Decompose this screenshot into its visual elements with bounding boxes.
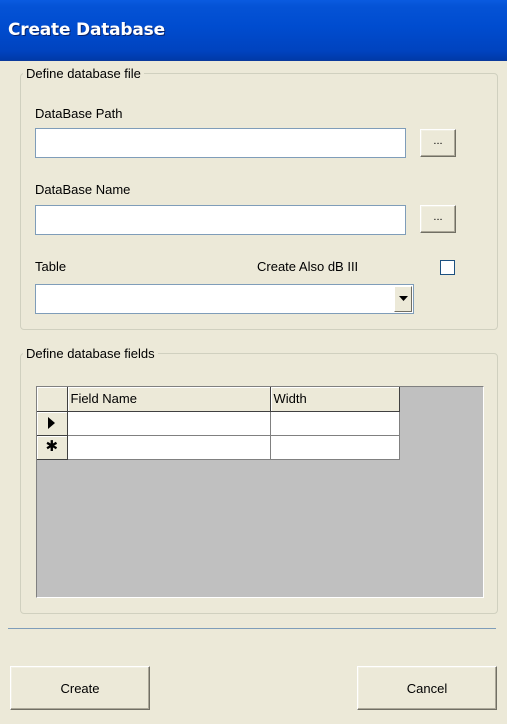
- table-select-dropdown-button[interactable]: [394, 286, 412, 312]
- create-button[interactable]: Create: [10, 666, 150, 710]
- footer-separator: [8, 628, 496, 629]
- database-name-browse-label: ...: [433, 211, 443, 223]
- field-name-cell[interactable]: [67, 435, 271, 460]
- define-database-fields-legend: Define database fields: [26, 346, 155, 361]
- current-row-arrow-icon: [48, 417, 56, 429]
- database-name-browse-button[interactable]: ...: [420, 205, 456, 233]
- database-path-input[interactable]: [35, 128, 406, 158]
- define-database-file-legend: Define database file: [26, 66, 141, 81]
- create-button-label: Create: [60, 680, 100, 696]
- width-cell[interactable]: [270, 411, 400, 436]
- database-name-label: DataBase Name: [35, 182, 131, 197]
- table-select[interactable]: [35, 284, 414, 314]
- database-path-browse-label: ...: [433, 135, 443, 147]
- grid-corner-cell: [37, 387, 68, 412]
- column-header-width[interactable]: Width: [270, 387, 400, 412]
- create-also-dbiii-label: Create Also dB III: [257, 259, 359, 274]
- window-title: Create Database: [8, 20, 165, 40]
- table-row: [37, 411, 400, 436]
- create-database-dialog: Create Database Define database file Dat…: [0, 0, 507, 724]
- database-name-input[interactable]: [35, 205, 406, 235]
- create-also-dbiii-checkbox[interactable]: [440, 260, 455, 275]
- row-selector-new[interactable]: ✱: [37, 435, 68, 460]
- new-row-asterisk-icon: ✱: [45, 438, 59, 455]
- grid-header-row: Field Name Width: [37, 387, 400, 412]
- title-bar[interactable]: Create Database: [0, 0, 507, 61]
- table-label: Table: [35, 259, 67, 274]
- database-path-browse-button[interactable]: ...: [420, 129, 456, 157]
- fields-grid[interactable]: Field Name Width ✱: [36, 386, 484, 598]
- row-selector-current[interactable]: [37, 411, 68, 436]
- column-header-field-name[interactable]: Field Name: [67, 387, 271, 412]
- chevron-down-icon: [398, 296, 408, 301]
- fields-table: Field Name Width ✱: [37, 387, 400, 460]
- cancel-button[interactable]: Cancel: [357, 666, 497, 710]
- cancel-button-label: Cancel: [406, 680, 448, 696]
- width-cell[interactable]: [270, 435, 400, 460]
- database-path-label: DataBase Path: [35, 106, 123, 121]
- field-name-cell[interactable]: [67, 411, 271, 436]
- table-row: ✱: [37, 435, 400, 460]
